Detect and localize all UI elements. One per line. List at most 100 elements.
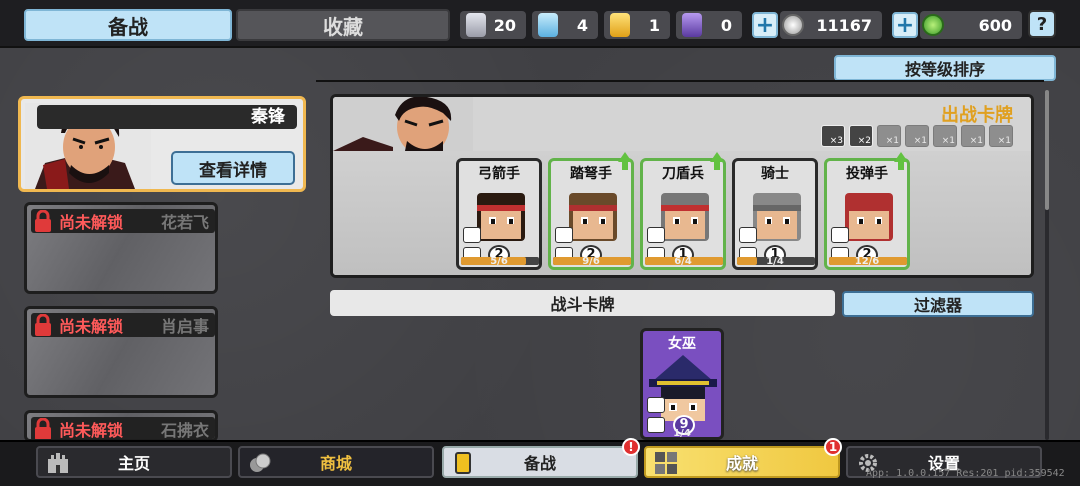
purple-gem-icon (682, 13, 702, 37)
helmet-type-icon: ×2 (849, 125, 873, 147)
lock-icon (35, 418, 51, 439)
achievement-icon (655, 452, 677, 474)
card-name: 弓箭手 (478, 166, 520, 182)
locked-hero-name: 石拂衣 (160, 421, 209, 440)
locked-label: 尚未解锁 (59, 317, 124, 336)
card-name: 刀盾兵 (662, 166, 704, 182)
sort-by-level-button[interactable]: 按等级排序 (834, 55, 1056, 81)
locked-hero-card[interactable]: 尚未解锁 石拂衣 (24, 410, 218, 442)
lock-icon (35, 210, 51, 232)
scrollbar[interactable] (1045, 90, 1049, 440)
resource-purple-gem: 0 (676, 11, 742, 39)
tab-prepare[interactable]: 备战 (24, 9, 232, 41)
card-name: 女巫 (668, 336, 696, 352)
card-name: 骑士 (761, 166, 789, 182)
coins-display: 11167 (780, 11, 882, 39)
battle-card-witch[interactable]: 女巫 9 1/4 (640, 328, 724, 440)
nav-label: 备战 (523, 454, 556, 473)
nav-label: 成就 (725, 454, 758, 473)
deck-unit-card[interactable]: 刀盾兵 1 6/4 (640, 158, 726, 270)
notification-badge: 1 (824, 438, 842, 456)
deck-unit-card[interactable]: 投弹手 2 12/6 (824, 158, 910, 270)
top-bar: 备战 收藏 20 4 1 0 + 11167 + 600 ? (0, 0, 1080, 48)
locked-hero-bar: 尚未解锁 石拂衣 (31, 417, 215, 440)
resource-value: 4 (576, 15, 588, 35)
card-progress-text: 12/6 (854, 256, 880, 267)
mask-type-icon: ×1 (989, 125, 1013, 147)
unit-type-icon (739, 227, 757, 243)
nav-prepare-button[interactable]: 备战 (442, 446, 638, 478)
deck-header: 出战卡牌 ×3 ×2 ×1 ×1 ×1 ×1 ×1 (333, 97, 1031, 151)
silver-shield-icon (466, 13, 486, 37)
skull-type-icon: ×1 (961, 125, 985, 147)
deck-unit-card[interactable]: 骑士 1 1/4 (732, 158, 818, 270)
coins-icon (250, 453, 271, 472)
resource-gold-shield: 1 (604, 11, 670, 39)
gems-display: 600 (920, 11, 1022, 39)
locked-hero-name: 肖启事 (160, 317, 209, 336)
hero-name: 秦锋 (37, 105, 297, 129)
skull-type-icon (647, 397, 665, 413)
type-count: ×1 (997, 136, 1011, 146)
add-coins-button[interactable]: + (752, 12, 778, 38)
nav-home-button[interactable]: 主页 (36, 446, 232, 478)
spear-type-icon: ×1 (905, 125, 929, 147)
coin-icon (782, 14, 804, 36)
locked-hero-name: 花若飞 (160, 213, 209, 232)
lock-icon (35, 314, 51, 336)
unit-type-icon (831, 227, 849, 243)
deck-unit-card[interactable]: 踏弩手 2 9/6 (548, 158, 634, 270)
nav-shop-button[interactable]: 商城 (238, 446, 434, 478)
card-progress-text: 1/4 (766, 256, 784, 267)
type-count: ×1 (941, 136, 955, 146)
add-gems-button[interactable]: + (892, 12, 918, 38)
battle-cards-header: 战斗卡牌 (330, 290, 835, 316)
nav-achievement-button[interactable]: 成就 (644, 446, 840, 478)
witch-portrait (649, 355, 717, 421)
locked-hero-card[interactable]: 尚未解锁 肖启事 (24, 306, 218, 398)
notification-badge: ! (622, 438, 640, 456)
sword-type-icon: ×3 (821, 125, 845, 147)
coins-value: 11167 (816, 15, 872, 35)
card-name: 投弹手 (846, 166, 888, 182)
nav-label: 商城 (319, 454, 352, 473)
locked-hero-card[interactable]: 尚未解锁 花若飞 (24, 202, 218, 294)
unit-type-counts: ×3 ×2 ×1 ×1 ×1 ×1 ×1 (821, 125, 1013, 147)
green-gem-icon (922, 14, 944, 36)
nav-label: 主页 (117, 454, 150, 473)
blue-gem-icon (538, 13, 558, 37)
upgrade-arrow-stem (622, 162, 628, 170)
locked-hero-bar: 尚未解锁 肖启事 (31, 313, 215, 337)
upgrade-arrow-stem (898, 162, 904, 170)
resource-value: 20 (493, 15, 516, 35)
deck-hero-portrait (333, 97, 473, 151)
unit-type-icon (463, 227, 481, 243)
view-details-button[interactable]: 查看详情 (171, 151, 295, 185)
locked-label: 尚未解锁 (59, 421, 124, 440)
gold-shield-icon (610, 13, 630, 37)
resource-value: 1 (648, 15, 660, 35)
game-screen: 备战 收藏 20 4 1 0 + 11167 + 600 ? 按等级排序 秦锋 … (0, 0, 1080, 486)
deck-title: 出战卡牌 (941, 105, 1013, 126)
upgrade-arrow-icon (894, 152, 908, 162)
type-count: ×1 (969, 136, 983, 146)
deck-unit-card[interactable]: 弓箭手 2 5/6 (456, 158, 542, 270)
locked-hero-bar: 尚未解锁 花若飞 (31, 209, 215, 233)
type-count: ×2 (857, 136, 871, 146)
resource-silver-shield: 20 (460, 11, 526, 39)
tab-collection[interactable]: 收藏 (236, 9, 450, 41)
resource-value: 0 (720, 15, 732, 35)
type-count: ×1 (885, 136, 899, 146)
card-progress-text: 1/4 (673, 428, 691, 439)
shield-type-icon: ×1 (933, 125, 957, 147)
upgrade-arrow-icon (618, 152, 632, 162)
divider (316, 80, 1044, 82)
unit-type-icon (555, 227, 573, 243)
selected-hero-card[interactable]: 秦锋 查看详情 (18, 96, 306, 192)
unit-type-icon (647, 227, 665, 243)
card-progress-text: 6/4 (674, 256, 692, 267)
filter-button[interactable]: 过滤器 (842, 291, 1034, 317)
scroll-thumb[interactable] (1045, 90, 1049, 210)
card-name: 踏弩手 (570, 166, 612, 182)
help-button[interactable]: ? (1028, 10, 1056, 38)
